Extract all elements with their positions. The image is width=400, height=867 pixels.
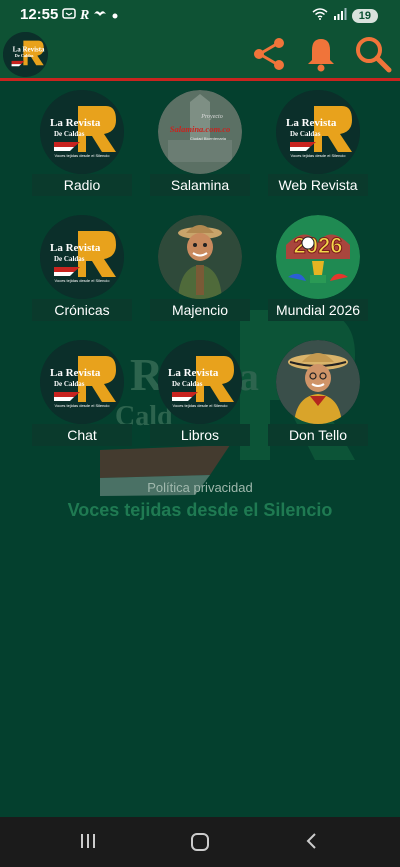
status-right-icons: 19 [312,7,378,25]
tile-label: Don Tello [268,424,368,446]
svg-text:La Revista: La Revista [13,45,45,53]
svg-text:Salamina.com.co: Salamina.com.co [170,124,230,134]
share-icon[interactable] [250,35,288,73]
app-bar-actions [250,35,392,73]
svg-text:De Caldas: De Caldas [172,380,203,388]
revista-logo-icon: La Revista De Caldas Voces tejidas desde… [40,215,124,299]
svg-text:De Caldas: De Caldas [290,130,321,138]
tile-label: Web Revista [268,174,368,196]
tile-label: Crónicas [32,299,132,321]
svg-text:Ciudad Bicentenaria: Ciudad Bicentenaria [190,136,227,141]
svg-text:De Caldas: De Caldas [54,130,85,138]
majencio-character-icon [158,215,242,299]
revista-logo-icon: La Revista De Caldas Voces tejidas desde… [158,340,242,424]
recent-apps-icon[interactable] [78,831,98,856]
app-bar: La Revista De Caldas [0,30,400,81]
tile-label: Majencio [150,299,250,321]
privacy-policy-link[interactable]: Política privacidad [0,480,400,495]
tile-label: Radio [32,174,132,196]
search-icon[interactable] [354,35,392,73]
r-icon: R [80,7,90,23]
svg-text:De Caldas: De Caldas [54,380,85,388]
tile-label: Chat [32,424,132,446]
messenger-icon [62,7,76,24]
mundial-2026-logo-icon: 2026 [276,215,360,299]
svg-text:La Revista: La Revista [168,367,219,379]
svg-text:Voces tejidas desde el Silenci: Voces tejidas desde el Silencio [55,153,111,158]
svg-text:Voces tejidas desde el Silenci: Voces tejidas desde el Silencio [55,278,111,283]
revista-logo-icon: La Revista De Caldas Voces tejidas desde… [40,340,124,424]
svg-text:La Revista: La Revista [50,367,101,379]
status-left-icons: R [62,7,119,24]
svg-text:La Revista: La Revista [286,117,337,129]
bird-icon [93,8,107,23]
svg-text:De Caldas: De Caldas [15,53,34,58]
app-logo[interactable]: La Revista De Caldas [3,32,48,77]
back-icon[interactable] [302,831,322,856]
watermark-tagline: Voces tejidas desde el Silencio [67,500,333,520]
bell-icon[interactable] [306,36,336,72]
don-tello-character-icon [276,340,360,424]
svg-text:De Caldas: De Caldas [54,255,85,263]
status-bar: 12:55 R 19 [0,0,400,30]
dot-icon [111,9,119,23]
svg-text:La Revista: La Revista [50,242,101,254]
tile-label: Mundial 2026 [268,299,368,321]
revista-logo-icon: La Revista De Caldas Voces tejidas desde… [276,90,360,174]
salamina-logo-icon: Proyecto Salamina.com.co Ciudad Bicenten… [158,90,242,174]
svg-text:Voces tejidas desde el Silenci: Voces tejidas desde el Silencio [55,403,111,408]
svg-text:La Revista: La Revista [50,117,101,129]
svg-text:Voces tejidas desde el Silenci: Voces tejidas desde el Silencio [173,403,229,408]
home-icon[interactable] [189,831,211,858]
tile-label: Libros [150,424,250,446]
battery-indicator: 19 [351,9,378,23]
svg-text:2026: 2026 [294,233,343,258]
status-time: 12:55 [20,6,59,23]
system-nav-bar [0,817,400,867]
svg-text:Voces tejidas desde el Silenci: Voces tejidas desde el Silencio [291,153,347,158]
wifi-icon [312,7,328,25]
tile-label: Salamina [150,174,250,196]
svg-text:Proyecto: Proyecto [200,114,222,120]
revista-logo-icon: La Revista De Caldas Voces tejidas desde… [40,90,124,174]
signal-icon [333,7,347,25]
